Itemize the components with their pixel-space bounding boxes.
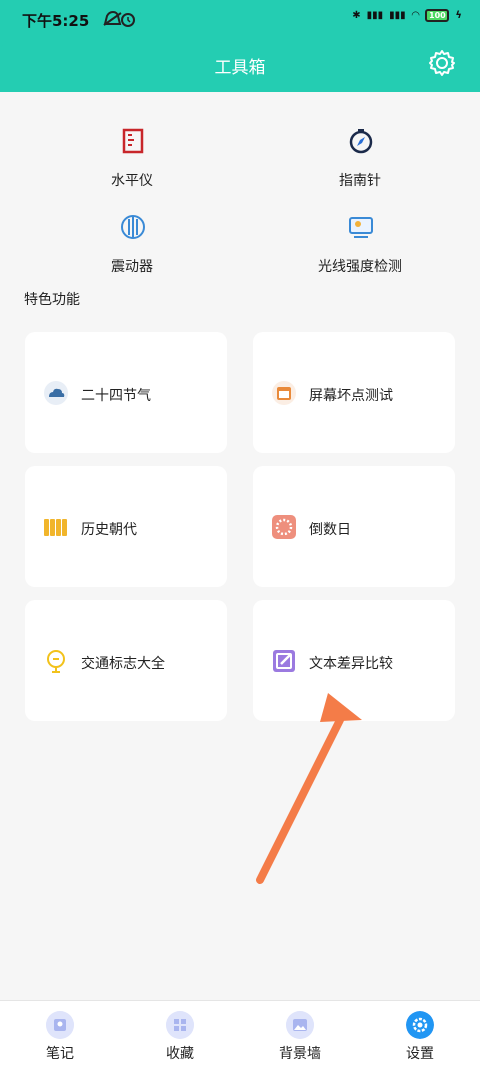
- feature-label: 屏幕坏点测试: [309, 388, 393, 404]
- page-title: 工具箱: [214, 58, 266, 78]
- edit-icon: [273, 650, 295, 672]
- grid-icon: [166, 1011, 194, 1039]
- section-title: 特色功能: [24, 292, 80, 308]
- feature-label: 文本差异比较: [309, 656, 393, 672]
- tab-label: 设置: [406, 1046, 434, 1062]
- app-header: 工具箱: [0, 36, 480, 92]
- image-icon: [286, 1011, 314, 1039]
- light-meter-icon: [349, 217, 373, 238]
- spirit-level-icon: [122, 128, 144, 154]
- feature-card-countdown[interactable]: 倒数日: [253, 466, 455, 587]
- tool-vibrator[interactable]: 震动器: [52, 214, 212, 284]
- main-content: 水平仪 指南针 震动器 光线强度检测 特色功能 二十四节气 屏幕坏点测试 历史朝…: [0, 92, 480, 1000]
- notification-muted-icon: [103, 10, 135, 27]
- feature-card-dynasties[interactable]: 历史朝代: [25, 466, 227, 587]
- feature-label: 倒数日: [309, 522, 351, 538]
- bottom-tab-bar: 笔记 收藏 背景墙 设置: [0, 1000, 480, 1067]
- status-icons: ✱ ▮▮▮ ▮▮▮ ◠ 100 ϟ: [352, 9, 462, 22]
- vibrator-icon: [121, 215, 145, 239]
- feature-card-text-diff[interactable]: 文本差异比较: [253, 600, 455, 721]
- calendar-icon: [272, 381, 296, 405]
- feature-label: 历史朝代: [81, 522, 137, 538]
- traffic-sign-icon: [47, 650, 65, 673]
- feature-label: 交通标志大全: [81, 656, 165, 672]
- status-bar: 下午5:25 ✱ ▮▮▮ ▮▮▮ ◠ 100 ϟ: [0, 0, 480, 36]
- feature-card-dead-pixel-test[interactable]: 屏幕坏点测试: [253, 332, 455, 453]
- scroll-icon: [44, 519, 67, 536]
- tool-light-meter[interactable]: 光线强度检测: [280, 214, 440, 284]
- tab-wallpaper[interactable]: 背景墙: [240, 1001, 360, 1067]
- charging-icon: ϟ: [455, 10, 462, 21]
- gear-icon[interactable]: [428, 49, 456, 77]
- tool-label: 光线强度检测: [318, 259, 402, 275]
- countdown-icon: [272, 515, 296, 539]
- tab-notes[interactable]: 笔记: [0, 1001, 120, 1067]
- tool-spirit-level[interactable]: 水平仪: [52, 128, 212, 198]
- tool-label: 指南针: [339, 173, 381, 189]
- wifi-icon: ◠: [411, 10, 420, 21]
- feature-label: 二十四节气: [81, 388, 151, 404]
- tab-label: 背景墙: [279, 1046, 321, 1062]
- note-icon: [46, 1011, 74, 1039]
- tab-settings[interactable]: 设置: [360, 1001, 480, 1067]
- feature-card-traffic-signs[interactable]: 交通标志大全: [25, 600, 227, 721]
- tool-compass[interactable]: 指南针: [280, 128, 440, 198]
- battery-icon: 100: [425, 9, 450, 22]
- bluetooth-icon: ✱: [352, 10, 361, 21]
- feature-card-solar-terms[interactable]: 二十四节气: [25, 332, 227, 453]
- compass-icon: [349, 129, 373, 154]
- tab-label: 收藏: [166, 1046, 194, 1062]
- signal-icon: ▮▮▮: [389, 10, 406, 21]
- tool-label: 水平仪: [111, 173, 153, 189]
- tool-label: 震动器: [111, 259, 153, 275]
- signal-icon: ▮▮▮: [366, 10, 384, 21]
- tab-label: 笔记: [46, 1046, 74, 1062]
- tab-favorites[interactable]: 收藏: [120, 1001, 240, 1067]
- status-time: 下午5:25: [22, 12, 90, 30]
- settings-icon: [406, 1011, 434, 1039]
- cloud-icon: [44, 381, 68, 405]
